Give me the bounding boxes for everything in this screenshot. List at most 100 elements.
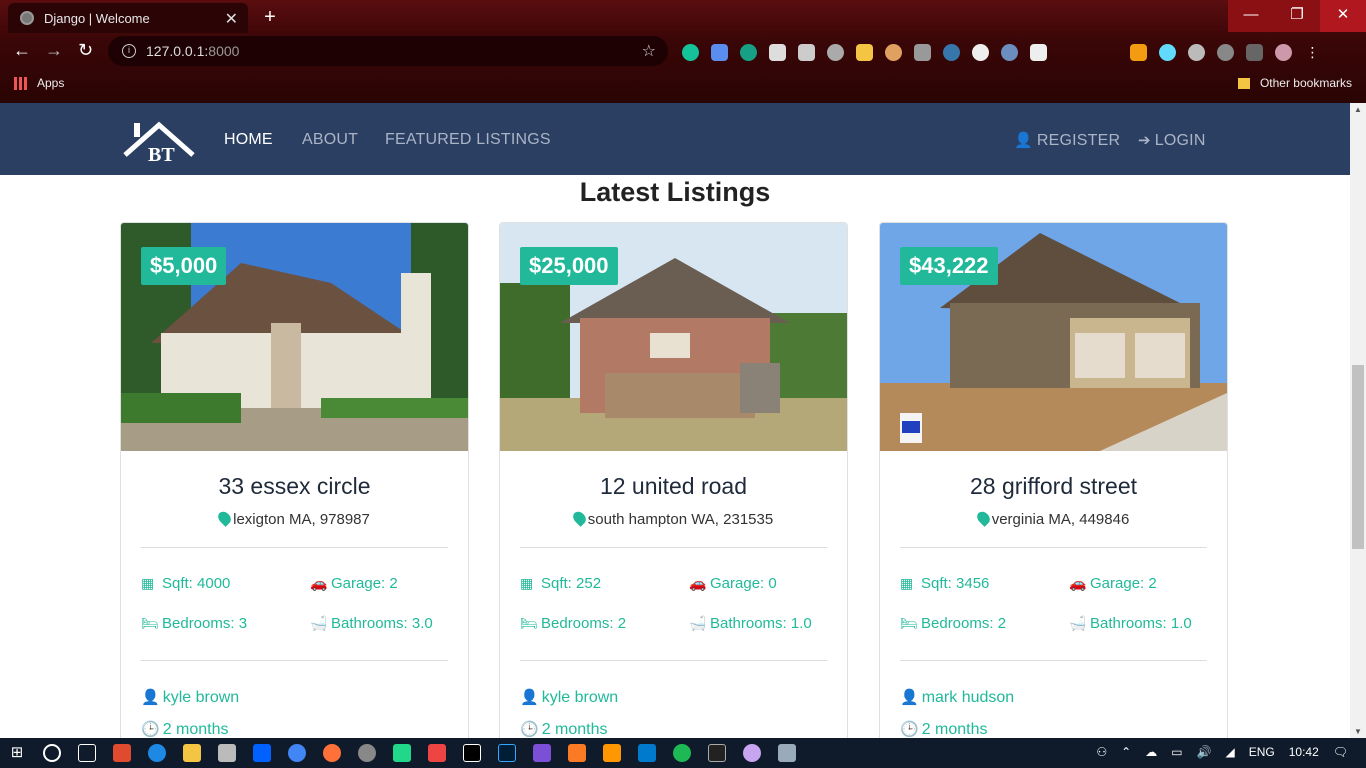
url-host: 127.0.0.1: — [146, 43, 209, 59]
terminal-icon[interactable] — [708, 744, 726, 762]
info-icon[interactable]: i — [122, 44, 136, 58]
spotify-icon[interactable] — [673, 744, 691, 762]
new-tab-button[interactable]: + — [258, 6, 282, 30]
file-explorer-icon[interactable] — [183, 744, 201, 762]
app-icon[interactable] — [428, 744, 446, 762]
listing-card[interactable]: $25,000 12 united road south hampton WA,… — [499, 222, 848, 738]
app-icon[interactable] — [533, 744, 551, 762]
bookmarks-bar: Apps Other bookmarks — [0, 72, 1366, 98]
react-icon[interactable] — [1159, 44, 1176, 61]
pen-icon[interactable] — [1030, 44, 1047, 61]
incognito-icon[interactable] — [827, 44, 844, 61]
scroll-down-icon[interactable]: ▼ — [1350, 727, 1366, 736]
app-icon[interactable] — [113, 744, 131, 762]
pycharm-icon[interactable] — [393, 744, 411, 762]
menu-dots-icon[interactable]: ⋮ — [1304, 44, 1321, 61]
chrome-icon[interactable] — [288, 744, 306, 762]
url-port: 8000 — [208, 43, 240, 59]
back-icon[interactable]: ← — [13, 40, 31, 61]
cookie-icon[interactable] — [885, 44, 902, 61]
apps-bookmark[interactable]: Apps — [14, 76, 64, 90]
apps-grid-icon — [14, 76, 27, 90]
restore-button[interactable]: ❐ — [1274, 0, 1320, 32]
extension-circle-icon[interactable] — [1001, 44, 1018, 61]
login-label: LOGIN — [1154, 132, 1206, 149]
reload-icon[interactable]: ↻ — [78, 40, 93, 61]
scroll-up-icon[interactable]: ▲ — [1350, 105, 1366, 114]
search-icon[interactable] — [43, 744, 61, 762]
app-icon[interactable] — [778, 744, 796, 762]
listing-card[interactable]: $43,222 28 grifford street verginia MA, … — [879, 222, 1228, 738]
task-view-icon[interactable] — [78, 744, 96, 762]
gear-icon[interactable] — [972, 44, 989, 61]
k-extension-icon[interactable] — [914, 44, 931, 61]
clock-time[interactable]: 10:42 — [1289, 745, 1319, 759]
feature-bedrooms: 🛏 Bedrooms: 2 — [520, 615, 626, 632]
cloud-icon[interactable]: ☁ — [1145, 745, 1157, 759]
browser-tab[interactable]: Django | Welcome ✕ — [8, 3, 248, 33]
nav-featured-listings[interactable]: FEATURED LISTINGS — [385, 131, 551, 149]
nav-home[interactable]: HOME — [224, 131, 273, 149]
cart-icon[interactable] — [740, 44, 757, 61]
nav-about[interactable]: ABOUT — [302, 131, 358, 149]
store-icon[interactable] — [218, 744, 236, 762]
camera-icon[interactable] — [711, 44, 728, 61]
battery-icon[interactable]: ▭ — [1171, 745, 1182, 759]
f-extension-icon[interactable] — [1246, 44, 1263, 61]
other-bookmarks[interactable]: Other bookmarks — [1237, 76, 1352, 90]
volume-icon[interactable]: 🔊 — [1197, 745, 1212, 759]
wifi-icon[interactable]: ◢ — [1225, 745, 1234, 759]
register-label: REGISTER — [1036, 132, 1121, 149]
layout-icon[interactable] — [798, 44, 815, 61]
dropbox-icon[interactable] — [253, 744, 271, 762]
divider — [141, 660, 448, 661]
scroll-thumb[interactable] — [1352, 365, 1364, 549]
garage-text: Garage: 2 — [331, 575, 398, 592]
profile-avatar[interactable] — [1275, 44, 1292, 61]
nav-register[interactable]: 👤 REGISTER — [1014, 131, 1120, 150]
sqft-text: Sqft: 3456 — [921, 575, 990, 592]
bath-icon: 🛁 — [1069, 615, 1087, 631]
user-plus-icon: 👤 — [1014, 132, 1033, 149]
firefox-icon[interactable] — [323, 744, 341, 762]
address-bar[interactable]: i 127.0.0.1: 8000 ☆ — [108, 36, 668, 66]
sublime-icon[interactable] — [603, 744, 621, 762]
edge-icon[interactable] — [148, 744, 166, 762]
intellij-icon[interactable] — [463, 744, 481, 762]
grammarly-icon[interactable] — [682, 44, 699, 61]
notes-icon[interactable] — [856, 44, 873, 61]
notifications-icon[interactable]: 🗨 — [1333, 745, 1348, 759]
circle-extension-icon[interactable] — [1217, 44, 1234, 61]
minimize-button[interactable]: — — [1228, 0, 1274, 32]
windows-start-icon[interactable]: ⊞ — [8, 744, 26, 762]
bookmark-star-icon[interactable]: ☆ — [642, 41, 656, 61]
target-icon[interactable] — [1188, 44, 1205, 61]
extension-icon[interactable] — [769, 44, 786, 61]
listing-card[interactable]: $5,000 33 essex circle lexigton MA, 9789… — [120, 222, 469, 738]
feature-bathrooms: 🛁 Bathrooms: 3.0 — [310, 615, 433, 632]
extensions-bar — [682, 44, 1047, 61]
bt-logo[interactable]: BT — [122, 119, 196, 163]
listing-age: 🕒 2 months — [141, 720, 229, 738]
star-extension-icon[interactable] — [1130, 44, 1147, 61]
vscode-icon[interactable] — [638, 744, 656, 762]
close-window-button[interactable]: ✕ — [1320, 0, 1366, 32]
browser-toolbar: ← → ↻ i 127.0.0.1: 8000 ☆ ⋮ — [0, 34, 1366, 70]
tab-title: Django | Welcome — [44, 10, 150, 26]
photoshop-icon[interactable] — [498, 744, 516, 762]
close-tab-icon[interactable]: ✕ — [225, 9, 238, 29]
feature-bathrooms: 🛁 Bathrooms: 1.0 — [689, 615, 812, 632]
xampp-icon[interactable] — [568, 744, 586, 762]
forward-icon[interactable]: → — [45, 40, 63, 61]
apps-label: Apps — [37, 76, 65, 90]
python-icon[interactable] — [943, 44, 960, 61]
page-scrollbar[interactable]: ▲ ▼ — [1350, 103, 1366, 738]
app-icon[interactable] — [743, 744, 761, 762]
chevron-up-icon[interactable]: ⌃ — [1121, 745, 1131, 759]
language-indicator[interactable]: ENG — [1249, 745, 1275, 759]
taskbar-apps: ⊞ — [8, 744, 796, 762]
app-icon[interactable] — [358, 744, 376, 762]
people-icon[interactable]: ⚇ — [1096, 745, 1107, 759]
nav-login[interactable]: ➔ LOGIN — [1138, 131, 1206, 150]
listing-address: 12 united road — [599, 473, 748, 499]
